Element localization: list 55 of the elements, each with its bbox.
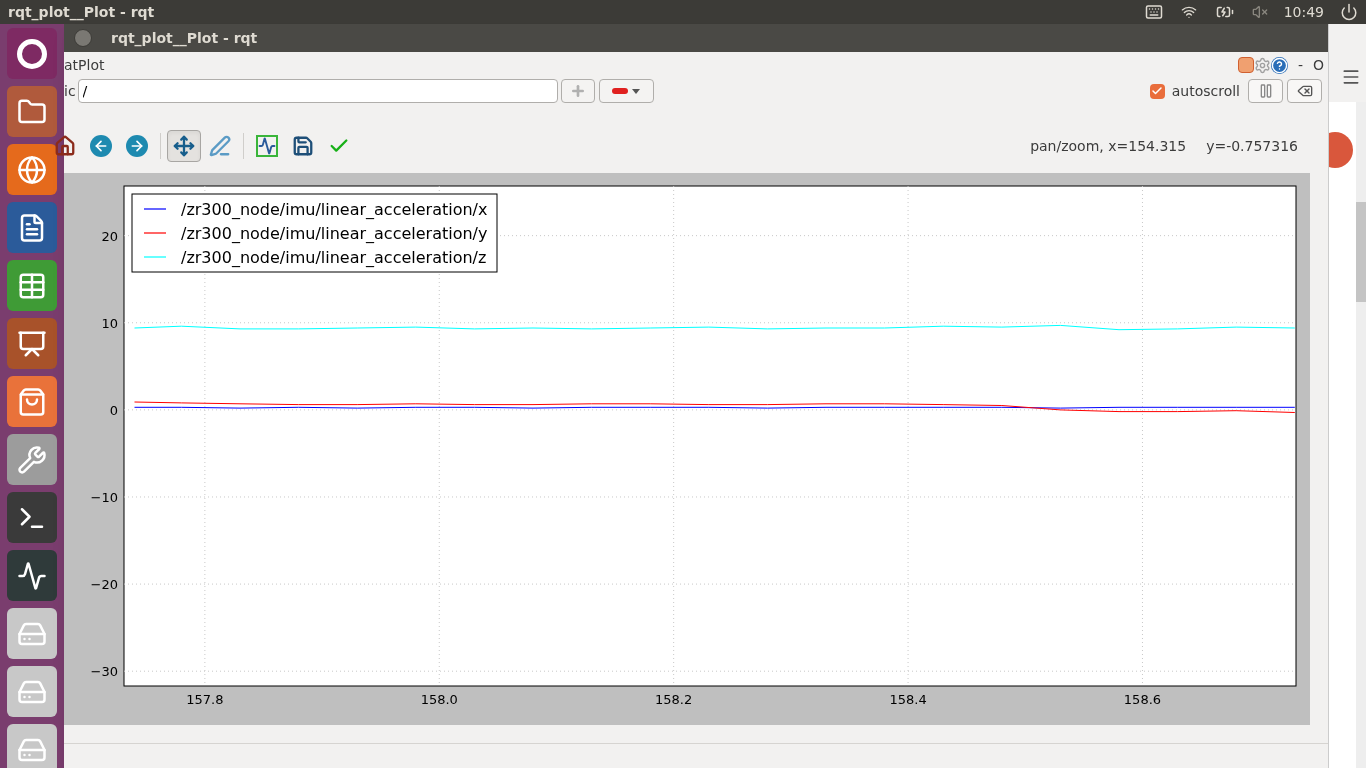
pen-note-icon: [209, 135, 231, 157]
legend-label: /zr300_node/imu/linear_acceleration/y: [181, 224, 488, 243]
document-icon[interactable]: [7, 202, 57, 253]
x-tick-label: 158.6: [1123, 692, 1162, 707]
topic-label: ic: [64, 81, 77, 101]
chart-frame-icon: [256, 135, 278, 157]
wrench-gear-icon[interactable]: [7, 434, 57, 485]
autoscroll-checkbox[interactable]: [1149, 83, 1165, 99]
power-icon[interactable]: [1340, 3, 1358, 21]
move-arrows-icon: [173, 135, 195, 157]
y-tick-label: 10: [101, 315, 118, 331]
spreadsheet-icon[interactable]: [7, 260, 57, 311]
shopping-bag-icon[interactable]: [7, 376, 57, 427]
caret-icon: [632, 88, 641, 94]
legend-label: /zr300_node/imu/linear_acceleration/x: [181, 200, 488, 219]
x-tick-label: 158.4: [889, 692, 927, 707]
settings-icon[interactable]: [1253, 56, 1271, 74]
clock[interactable]: 10:49: [1283, 1, 1324, 23]
x-tick-label: 158.2: [655, 692, 693, 707]
legend-label: /zr300_node/imu/linear_acceleration/z: [181, 248, 487, 267]
toolbar-button[interactable]: [167, 130, 201, 162]
topic-field[interactable]: /: [77, 79, 558, 103]
autoscroll-label: autoscroll: [1171, 81, 1240, 101]
cursor-coordinates: pan/zoom, x=154.315: [1030, 136, 1187, 156]
y-tick-label: 0: [109, 402, 118, 418]
y-tick-label: −30: [90, 664, 118, 680]
clear-button[interactable]: [1287, 79, 1322, 103]
dock-control[interactable]: -: [1297, 54, 1303, 76]
y-tick-label: −20: [90, 577, 118, 593]
y-tick-label: 20: [101, 228, 118, 244]
menu-icon[interactable]: [1341, 67, 1361, 87]
wifi-icon[interactable]: [1179, 4, 1198, 20]
presentation-icon[interactable]: [7, 318, 57, 369]
home-icon: [54, 135, 76, 157]
x-tick-label: 158.0: [420, 692, 458, 707]
pause-button[interactable]: [1248, 79, 1283, 103]
clear-icon: [1296, 83, 1313, 99]
file-cabinet-icon[interactable]: [7, 86, 57, 137]
y-tick-label: −10: [90, 490, 118, 505]
monitor-icon[interactable]: [7, 550, 57, 601]
app-title: rqt_plot__Plot - rqt: [8, 2, 155, 23]
help-icon[interactable]: [1270, 56, 1288, 74]
plus-icon: [569, 83, 586, 99]
x-tick-label: 157.8: [186, 692, 224, 707]
mute-icon[interactable]: [1251, 4, 1268, 20]
plugin-title: atPlot: [64, 55, 105, 75]
window-title: rqt_plot__Plot - rqt: [111, 28, 258, 49]
remove-dropdown[interactable]: [598, 79, 654, 103]
keyboard-icon[interactable]: [1143, 3, 1164, 21]
browser-icon[interactable]: [7, 144, 57, 195]
cursor-coordinates: y=-0.757316: [1206, 136, 1298, 156]
window-button[interactable]: [74, 29, 92, 47]
minus-icon: [612, 88, 629, 94]
dock-control[interactable]: O: [1312, 54, 1324, 76]
terminal-icon[interactable]: [7, 492, 57, 543]
